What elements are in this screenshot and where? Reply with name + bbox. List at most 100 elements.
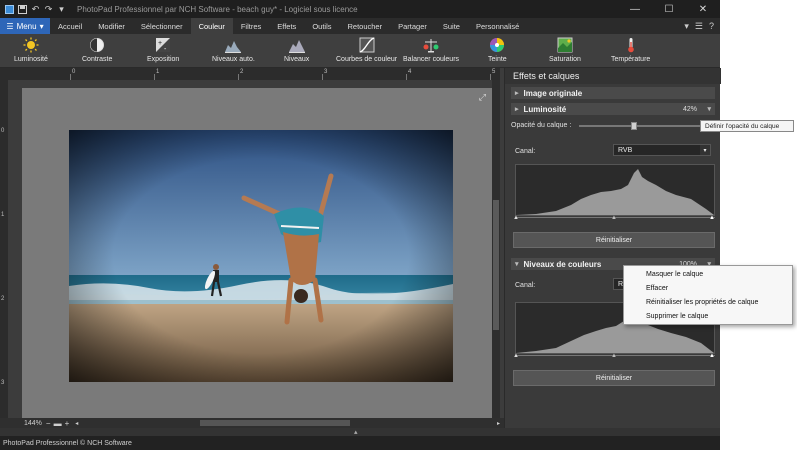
menu-button[interactable]: ☰ Menu ▾ bbox=[0, 18, 50, 34]
zoom-in-icon[interactable]: + bbox=[65, 419, 70, 428]
ruler-tick bbox=[490, 74, 491, 80]
temperature-button[interactable]: Température bbox=[611, 36, 650, 63]
menu-item-reset-properties[interactable]: Réinitialiser les propriétés de calque bbox=[646, 299, 758, 306]
collapse-up-icon[interactable]: ▴ bbox=[354, 428, 358, 436]
tab-filtres[interactable]: Filtres bbox=[233, 18, 269, 34]
hue-wheel-icon bbox=[488, 36, 506, 54]
ruler-number: 2 bbox=[1, 296, 5, 302]
exposure-icon: + - bbox=[154, 36, 172, 54]
app-window: ↶ ↷ ▾ PhotoPad Professionnel par NCH Sof… bbox=[0, 0, 721, 450]
layer-brightness-label: Luminosité bbox=[523, 104, 567, 114]
ruler-number: 3 bbox=[324, 69, 328, 75]
layer-menu-icon[interactable]: ▾ bbox=[707, 105, 711, 113]
zoom-slider-icon[interactable]: ▬ bbox=[54, 419, 62, 428]
menu-button-label: Menu bbox=[16, 21, 37, 31]
close-icon[interactable]: ✕ bbox=[686, 0, 720, 18]
histogram-1 bbox=[515, 164, 715, 216]
help-icon[interactable]: ? bbox=[709, 21, 714, 31]
zoom-out-icon[interactable]: − bbox=[46, 419, 51, 428]
chevron-right-icon: ▸ bbox=[515, 106, 519, 113]
exposure-button[interactable]: + - Exposition bbox=[147, 36, 179, 63]
scroll-right-icon[interactable]: ▸ bbox=[497, 420, 500, 427]
vertical-scrollbar[interactable] bbox=[492, 80, 500, 418]
ruler-number: 1 bbox=[1, 212, 5, 218]
app-icon bbox=[4, 4, 15, 15]
horizontal-scrollbar-thumb[interactable] bbox=[200, 420, 350, 426]
levels-button[interactable]: Niveaux bbox=[284, 36, 309, 63]
minimize-icon[interactable]: — bbox=[618, 0, 652, 18]
panel-splitter[interactable]: ▴ bbox=[0, 428, 720, 436]
brightness-button[interactable]: Luminosité bbox=[14, 36, 48, 63]
opacity-tooltip: Définir l'opacité du calque bbox=[700, 120, 794, 132]
tab-selectionner[interactable]: Sélectionner bbox=[133, 18, 191, 34]
tab-modifier[interactable]: Modifier bbox=[90, 18, 133, 34]
beach-photo[interactable] bbox=[69, 130, 453, 382]
hamburger-icon: ☰ bbox=[6, 21, 14, 31]
tab-retoucher[interactable]: Retoucher bbox=[339, 18, 390, 34]
black-point-handle[interactable]: ▲ bbox=[513, 215, 519, 221]
opacity-slider-handle[interactable] bbox=[631, 122, 638, 130]
chevron-down-icon: ▾ bbox=[515, 261, 519, 268]
ruler-tick bbox=[154, 74, 155, 80]
menu-item-clear[interactable]: Effacer bbox=[646, 285, 668, 292]
redo-icon[interactable]: ↷ bbox=[43, 4, 54, 15]
maximize-icon[interactable]: ☐ bbox=[652, 0, 686, 18]
window-title: PhotoPad Professionnel par NCH Software … bbox=[77, 4, 358, 14]
title-bar: ↶ ↷ ▾ PhotoPad Professionnel par NCH Sof… bbox=[0, 0, 720, 18]
white-point-handle[interactable]: ▲ bbox=[709, 353, 715, 359]
layer-original-image[interactable]: ▸ Image originale bbox=[511, 87, 715, 99]
window-controls: — ☐ ✕ bbox=[618, 0, 720, 18]
mid-point-handle[interactable]: ▲ bbox=[611, 215, 617, 221]
reset-button-2[interactable]: Réinitialiser bbox=[513, 370, 715, 386]
brightness-label: Luminosité bbox=[14, 56, 48, 63]
ruler-number: 2 bbox=[240, 69, 244, 75]
opacity-slider[interactable] bbox=[579, 122, 709, 130]
save-icon[interactable] bbox=[17, 4, 28, 15]
auto-levels-icon bbox=[224, 36, 242, 54]
sun-icon bbox=[22, 36, 40, 54]
white-point-handle[interactable]: ▲ bbox=[709, 215, 715, 221]
menu-tabs: ☰ Menu ▾ Accueil Modifier Sélectionner C… bbox=[0, 18, 720, 34]
contrast-icon bbox=[88, 36, 106, 54]
quick-access-toolbar: ↶ ↷ ▾ bbox=[0, 4, 67, 15]
tab-suite[interactable]: Suite bbox=[435, 18, 468, 34]
opacity-label: Opacité du calque : bbox=[511, 122, 572, 129]
black-point-handle[interactable]: ▲ bbox=[513, 353, 519, 359]
scroll-left-icon[interactable]: ◂ bbox=[75, 420, 78, 427]
undo-icon[interactable]: ↶ bbox=[30, 4, 41, 15]
chat-icon[interactable]: ☰ bbox=[695, 21, 703, 32]
layer-original-label: Image originale bbox=[523, 88, 583, 98]
more-icon[interactable]: ▾ bbox=[56, 4, 67, 15]
temperature-label: Température bbox=[611, 56, 651, 63]
tab-accueil[interactable]: Accueil bbox=[50, 18, 90, 34]
tab-couleur[interactable]: Couleur bbox=[190, 18, 233, 34]
color-balance-button[interactable]: Balancer couleurs bbox=[403, 36, 459, 63]
thermometer-icon bbox=[622, 36, 640, 54]
mid-point-handle[interactable]: ▲ bbox=[611, 353, 617, 359]
hue-button[interactable]: Teinte bbox=[488, 36, 507, 63]
auto-levels-button[interactable]: Niveaux auto. bbox=[212, 36, 255, 63]
curves-button[interactable]: Courbes de couleur bbox=[336, 36, 397, 63]
color-balance-label: Balancer couleurs bbox=[403, 56, 460, 63]
tab-personnalise[interactable]: Personnalisé bbox=[468, 18, 527, 34]
menu-item-hide-layer[interactable]: Masquer le calque bbox=[646, 271, 703, 278]
contrast-button[interactable]: Contraste bbox=[82, 36, 112, 63]
auto-levels-label: Niveaux auto. bbox=[212, 56, 255, 63]
tab-partager[interactable]: Partager bbox=[390, 18, 435, 34]
dropdown-icon[interactable]: ▾ bbox=[684, 21, 689, 32]
tab-outils[interactable]: Outils bbox=[304, 18, 339, 34]
scrollbar-thumb[interactable] bbox=[493, 200, 499, 330]
tab-effets[interactable]: Effets bbox=[269, 18, 304, 34]
layer-brightness[interactable]: ▸ Luminosité 42% ▾ bbox=[511, 103, 715, 115]
levels-label: Niveaux bbox=[284, 56, 310, 63]
saturation-button[interactable]: Saturation bbox=[549, 36, 581, 63]
vertical-ruler: 0 1 2 3 bbox=[0, 68, 8, 418]
channel-label-2: Canal: bbox=[515, 282, 536, 289]
ruler-tick bbox=[70, 74, 71, 80]
menu-item-delete-layer[interactable]: Supprimer le calque bbox=[646, 313, 708, 320]
channel-select[interactable]: RVB ▾ bbox=[613, 144, 711, 156]
fullscreen-icon[interactable]: ⤢ bbox=[479, 92, 486, 103]
zoom-level[interactable]: 144% bbox=[24, 420, 42, 427]
ruler-number: 4 bbox=[408, 69, 412, 75]
reset-button-1[interactable]: Réinitialiser bbox=[513, 232, 715, 248]
